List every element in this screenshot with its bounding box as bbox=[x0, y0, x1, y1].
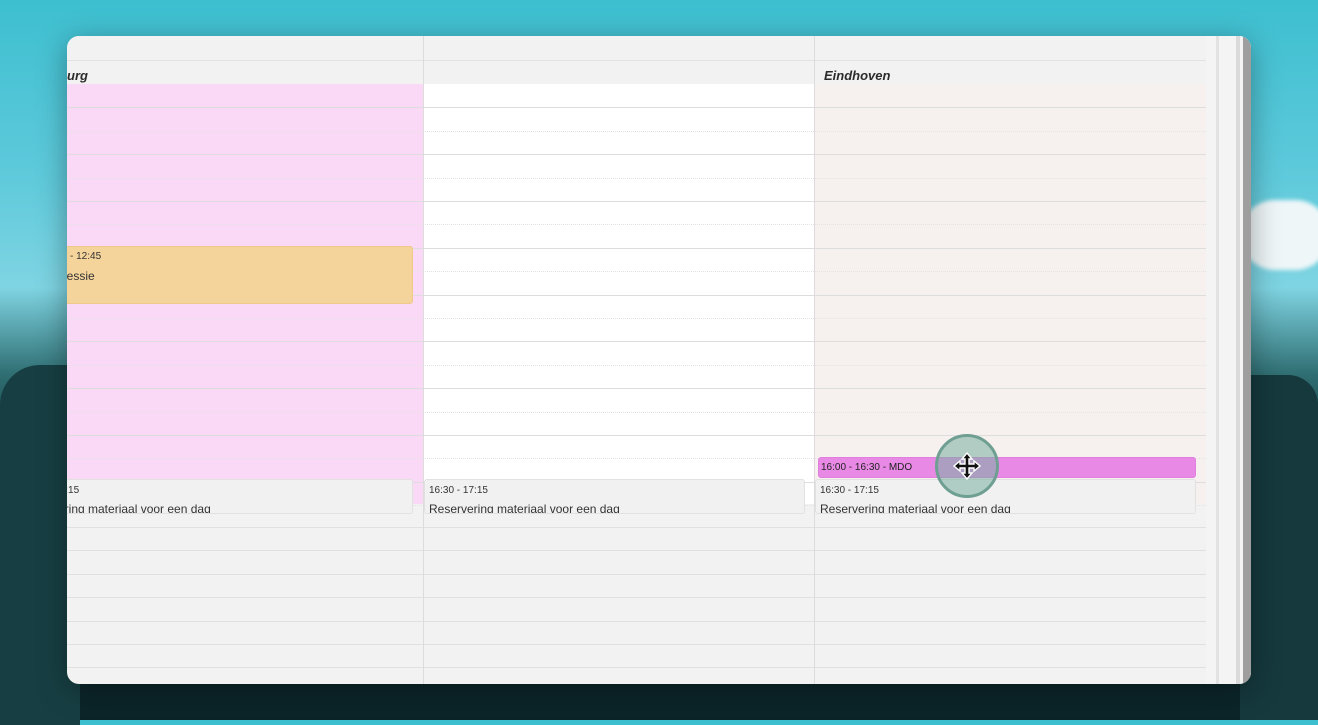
column-divider-2 bbox=[814, 36, 815, 684]
column-divider-1 bbox=[423, 36, 424, 684]
calendar-event-reservation-1[interactable]: - 17:15 rvering materiaal voor een dag bbox=[67, 479, 413, 514]
grid-line bbox=[67, 224, 1206, 226]
grid-line bbox=[67, 364, 1206, 366]
grid-line bbox=[67, 154, 1206, 156]
grid-line bbox=[67, 177, 1206, 179]
event-time: 16:30 - 17:15 bbox=[429, 485, 488, 496]
calendar-event-mdo[interactable]: 16:00 - 16:30 - MDO bbox=[818, 457, 1196, 478]
grid-line bbox=[67, 644, 1206, 645]
grid-line bbox=[67, 620, 1206, 622]
event-title: ossessie bbox=[67, 269, 95, 283]
grid-line bbox=[67, 550, 1206, 552]
grid-line bbox=[67, 597, 1206, 599]
grid-line bbox=[67, 388, 1206, 390]
event-title: Reservering materiaal voor een dag bbox=[429, 502, 620, 514]
column-title-1: urg bbox=[67, 68, 88, 83]
column-title-eindhoven: Eindhoven bbox=[824, 68, 891, 83]
background-hill-right bbox=[1240, 375, 1318, 720]
grid-line bbox=[67, 318, 1206, 319]
grid-line bbox=[67, 341, 1206, 343]
grid-line bbox=[67, 573, 1206, 575]
grid-line bbox=[67, 201, 1206, 202]
calendar-window: urg Eindhoven - 12:45 ossessie - 17:15 r… bbox=[67, 36, 1251, 684]
event-time: - 17:15 bbox=[67, 485, 80, 496]
move-icon bbox=[953, 452, 981, 480]
event-title: Reservering materiaal voor een dag bbox=[820, 502, 1011, 514]
vertical-scrollbar[interactable] bbox=[1206, 36, 1251, 684]
grid-line bbox=[67, 527, 1206, 528]
event-time: - 12:45 bbox=[70, 251, 102, 262]
calendar-event-reservation-2[interactable]: 16:30 - 17:15 Reservering materiaal voor… bbox=[424, 479, 805, 514]
grid-line bbox=[67, 411, 1206, 413]
grid-line bbox=[67, 107, 1206, 109]
grid-line bbox=[67, 667, 1206, 669]
event-title: rvering materiaal voor een dag bbox=[67, 502, 211, 514]
event-time: 16:30 - 17:15 bbox=[820, 485, 879, 496]
calendar-event-session[interactable]: - 12:45 ossessie bbox=[67, 246, 413, 304]
calendar-event-reservation-3[interactable]: 16:30 - 17:15 Reservering materiaal voor… bbox=[815, 479, 1196, 514]
calendar-header bbox=[67, 36, 1206, 85]
event-time: 16:00 - 16:30 - MDO bbox=[821, 462, 913, 473]
background-cloud bbox=[1240, 200, 1318, 270]
grid-line bbox=[67, 130, 1206, 132]
grid-line bbox=[67, 435, 1206, 436]
